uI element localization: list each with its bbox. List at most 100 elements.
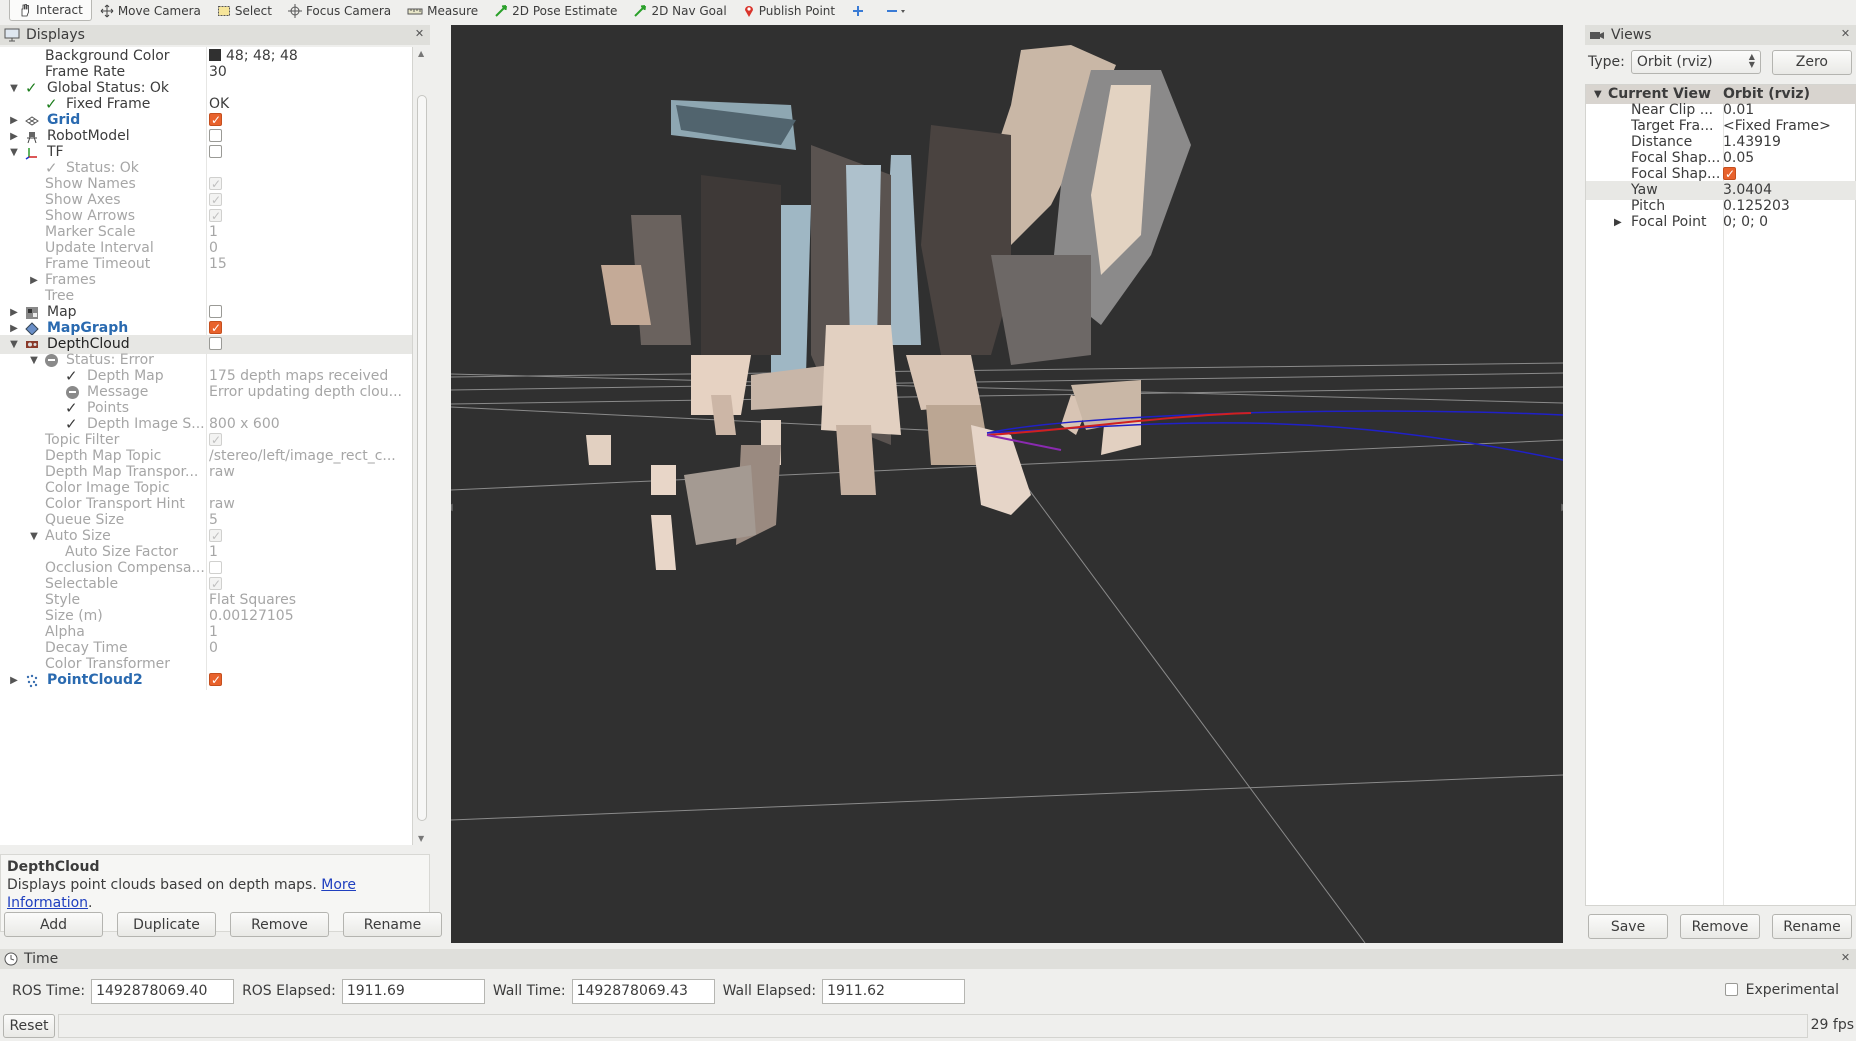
remove-tool-menu-button[interactable]	[877, 0, 921, 21]
ros-time-field[interactable]: 1492878069.40	[91, 978, 235, 1004]
checkbox-disabled	[209, 207, 222, 226]
status-message-area	[58, 1014, 1808, 1038]
save-view-button[interactable]: Save	[1588, 914, 1668, 939]
view-type-row: Type: Orbit (rviz) ▲ ▼ Zero	[1585, 47, 1856, 77]
more-information-link-cont[interactable]: Information	[7, 895, 88, 911]
enable-checkbox[interactable]	[209, 671, 404, 690]
checkbox-disabled	[209, 175, 222, 194]
scroll-up-arrow-icon[interactable]: ▲	[418, 49, 424, 58]
link-text-information: Information	[7, 895, 89, 911]
displays-scrollbar[interactable]: ▲ ▼	[415, 47, 429, 845]
tool-2d-pose-estimate-button[interactable]: 2D Pose Estimate	[486, 0, 625, 21]
tool-interact-button[interactable]: Interact	[9, 0, 92, 21]
checkbox-checked	[209, 319, 222, 338]
scroll-down-arrow-icon[interactable]: ▼	[418, 834, 424, 843]
tool-select-label: Select	[234, 3, 272, 18]
displays-tree: Background Color 48; 48; 48 Frame Rate 3…	[0, 47, 413, 845]
ros-time-label: ROS Time:	[12, 983, 86, 999]
duplicate-display-button[interactable]: Duplicate	[117, 912, 216, 937]
view-prop-focal-point[interactable]: ▶ Focal Point 0; 0; 0	[1586, 213, 1856, 232]
error-icon	[66, 386, 79, 399]
column-divider	[206, 671, 207, 690]
color-swatch	[209, 49, 221, 61]
tool-2d-pose-estimate-label: 2D Pose Estimate	[512, 3, 618, 18]
ruler-icon	[407, 8, 423, 14]
map-icon	[26, 307, 38, 319]
views-panel-header: Views ✕	[1585, 25, 1856, 45]
more-information-link[interactable]: More	[321, 877, 356, 893]
close-icon[interactable]: ✕	[1839, 28, 1852, 41]
link-text-more: More	[321, 877, 356, 893]
rename-view-button[interactable]: Rename	[1772, 914, 1852, 939]
checkbox-unchecked	[209, 560, 222, 574]
experimental-checkbox[interactable]	[1724, 982, 1738, 996]
collapse-left-arrow-icon[interactable]: ◀	[451, 502, 453, 513]
views-tree: ▼ Current View Orbit (rviz) Near Clip ..…	[1585, 84, 1856, 906]
remove-display-button[interactable]: Remove	[230, 912, 329, 937]
plus-icon	[853, 5, 864, 16]
zero-button[interactable]: Zero	[1771, 49, 1852, 75]
tool-toolbar: Interact Move Camera Select Focus Camera…	[0, 0, 1856, 21]
color-value: 48; 48; 48	[226, 48, 298, 64]
expand-arrow-icon[interactable]: ▶	[1614, 213, 1622, 232]
close-icon[interactable]: ✕	[1839, 952, 1852, 965]
pointcloud-icon	[26, 674, 38, 688]
scrollbar-thumb[interactable]	[417, 95, 427, 821]
experimental-label: Experimental	[1745, 982, 1839, 998]
reset-button[interactable]: Reset	[3, 1014, 55, 1038]
view-type-value: Orbit (rviz)	[1636, 54, 1713, 70]
checkbox-disabled	[209, 527, 222, 546]
expand-arrow-icon[interactable]: ▶	[8, 671, 20, 690]
checkbox-unchecked	[209, 128, 222, 142]
tree-row-pointcloud2[interactable]: ▶ PointCloud2	[0, 671, 412, 690]
spinner-arrows-icon: ▲ ▼	[1748, 52, 1755, 69]
displays-button-bar: Add Duplicate Remove Rename	[4, 912, 442, 937]
select-icon	[217, 5, 230, 16]
tool-2d-nav-goal-button[interactable]: 2D Nav Goal	[625, 0, 734, 21]
collapse-right-arrow-icon[interactable]: ▶	[1561, 502, 1563, 513]
ros-elapsed-field[interactable]: 1911.69	[341, 978, 485, 1004]
remove-view-button[interactable]: Remove	[1680, 914, 1760, 939]
checkbox-disabled	[209, 575, 222, 594]
checkbox-checked	[1723, 165, 1736, 184]
time-panel-title: Time	[24, 951, 59, 967]
views-button-bar: Save Remove Rename	[1588, 914, 1852, 939]
add-tool-button[interactable]	[843, 0, 877, 21]
tool-move-camera-label: Move Camera	[117, 3, 201, 18]
wall-elapsed-field[interactable]: 1911.62	[822, 978, 966, 1004]
tool-publish-point-button[interactable]: Publish Point	[735, 0, 843, 21]
tf-axes-icon	[25, 148, 37, 160]
tool-measure-button[interactable]: Measure	[399, 0, 486, 21]
minus-dropdown-icon	[887, 9, 906, 13]
tool-publish-point-label: Publish Point	[758, 3, 836, 18]
pin-icon	[744, 5, 753, 17]
checkbox-disabled	[209, 191, 222, 210]
tool-focus-camera-button[interactable]: Focus Camera	[280, 0, 399, 21]
close-icon[interactable]: ✕	[413, 28, 426, 41]
tool-move-camera-button[interactable]: Move Camera	[92, 0, 209, 21]
rename-display-button[interactable]: Rename	[343, 912, 442, 937]
move-camera-icon	[100, 4, 114, 17]
robot-icon	[27, 132, 37, 144]
grid-icon	[25, 116, 39, 126]
add-display-button[interactable]: Add	[4, 912, 103, 937]
error-icon	[45, 354, 58, 367]
tool-focus-camera-label: Focus Camera	[305, 3, 392, 18]
fps-counter: 29 fps	[1810, 1017, 1854, 1033]
views-panel: Views ✕ Type: Orbit (rviz) ▲ ▼ Zero ▼ Cur…	[1585, 25, 1856, 943]
experimental-toggle[interactable]: Experimental	[1724, 982, 1839, 998]
wall-elapsed-label: Wall Elapsed:	[722, 983, 817, 999]
tool-2d-nav-goal-label: 2D Nav Goal	[651, 3, 727, 18]
render-3d-view[interactable]: ◀ ▶	[451, 25, 1563, 943]
checkbox-unchecked	[209, 336, 222, 350]
depth-cloud-points	[586, 45, 1191, 570]
time-fields-row: ROS Time: 1492878069.40 ROS Elapsed: 191…	[0, 977, 1856, 1005]
tool-select-button[interactable]: Select	[209, 0, 280, 21]
checkbox-checked	[209, 671, 222, 690]
displays-panel-title: Displays	[26, 27, 85, 43]
wall-time-field[interactable]: 1492878069.43	[571, 978, 715, 1004]
view-prop-value[interactable]: 0; 0; 0	[1723, 213, 1768, 232]
mapgraph-icon	[25, 322, 39, 336]
view-type-select[interactable]: Orbit (rviz) ▲ ▼	[1630, 50, 1761, 74]
render-canvas[interactable]	[451, 25, 1563, 943]
